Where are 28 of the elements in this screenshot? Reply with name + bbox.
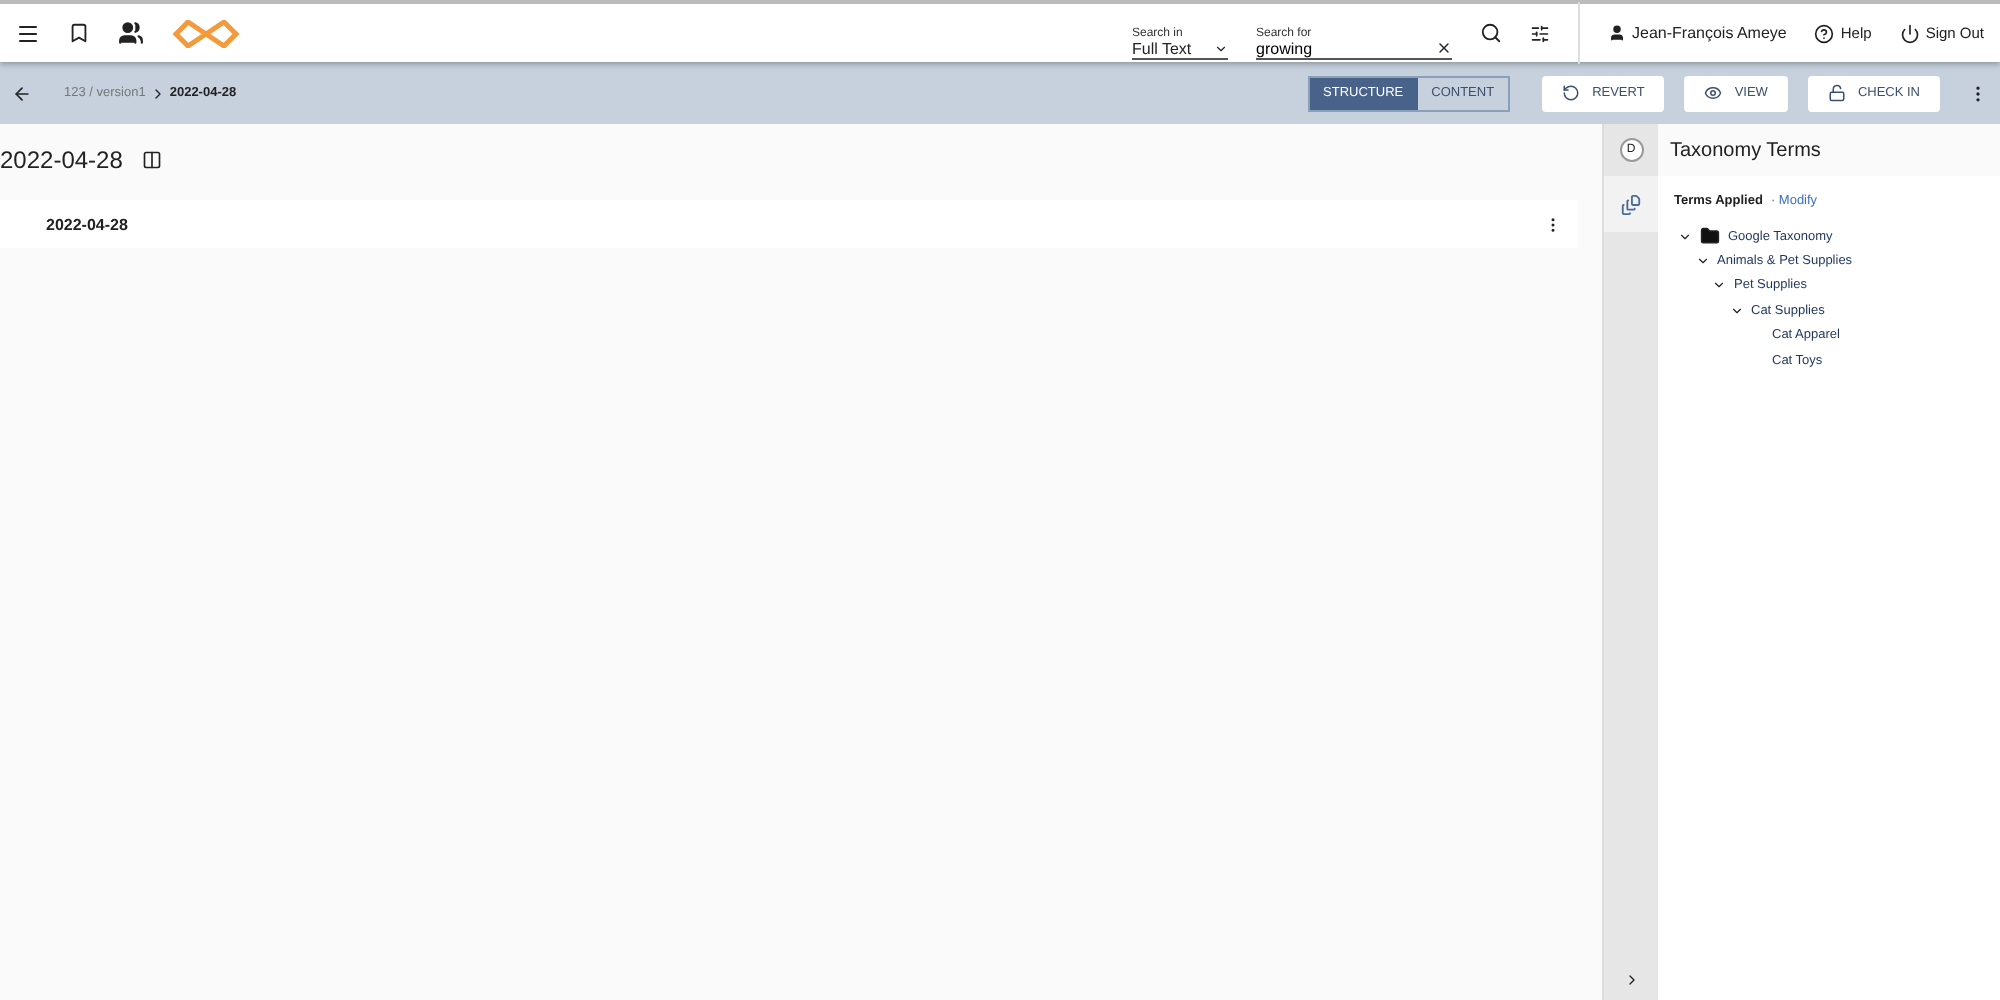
document-title: 2022-04-28	[0, 146, 123, 174]
chevron-down-icon[interactable]	[1729, 303, 1743, 318]
clear-icon[interactable]	[1436, 40, 1452, 56]
users-icon[interactable]	[118, 20, 144, 46]
document-row[interactable]: 2022-04-28	[0, 200, 1578, 248]
help-icon	[1814, 23, 1835, 43]
folder-icon	[1700, 226, 1720, 247]
logo-icon	[172, 19, 240, 47]
taxonomy-tab[interactable]	[1603, 176, 1659, 232]
bookmark-icon[interactable]	[68, 22, 90, 44]
split-view-icon[interactable]	[142, 150, 163, 170]
eye-icon	[1704, 84, 1723, 102]
chevron-down-icon[interactable]	[1695, 254, 1709, 269]
chevron-down-icon[interactable]	[1678, 229, 1692, 244]
menu-icon[interactable]	[16, 21, 40, 45]
user-icon	[1608, 24, 1626, 42]
search-icon[interactable]	[1480, 22, 1502, 44]
panel-title: Taxonomy Terms	[1658, 124, 2000, 176]
filter-icon[interactable]	[1530, 23, 1550, 43]
user-name[interactable]: Jean-François Ameye	[1608, 24, 1787, 42]
row-title: 2022-04-28	[46, 215, 128, 233]
search-field[interactable]: growing	[1256, 39, 1416, 57]
back-icon[interactable]	[12, 83, 32, 103]
undo-icon	[1562, 84, 1581, 102]
lock-icon	[1827, 84, 1846, 102]
power-icon	[1899, 23, 1920, 43]
dropdown-caret-icon	[1214, 41, 1228, 55]
chevron-down-icon[interactable]	[1712, 278, 1726, 293]
